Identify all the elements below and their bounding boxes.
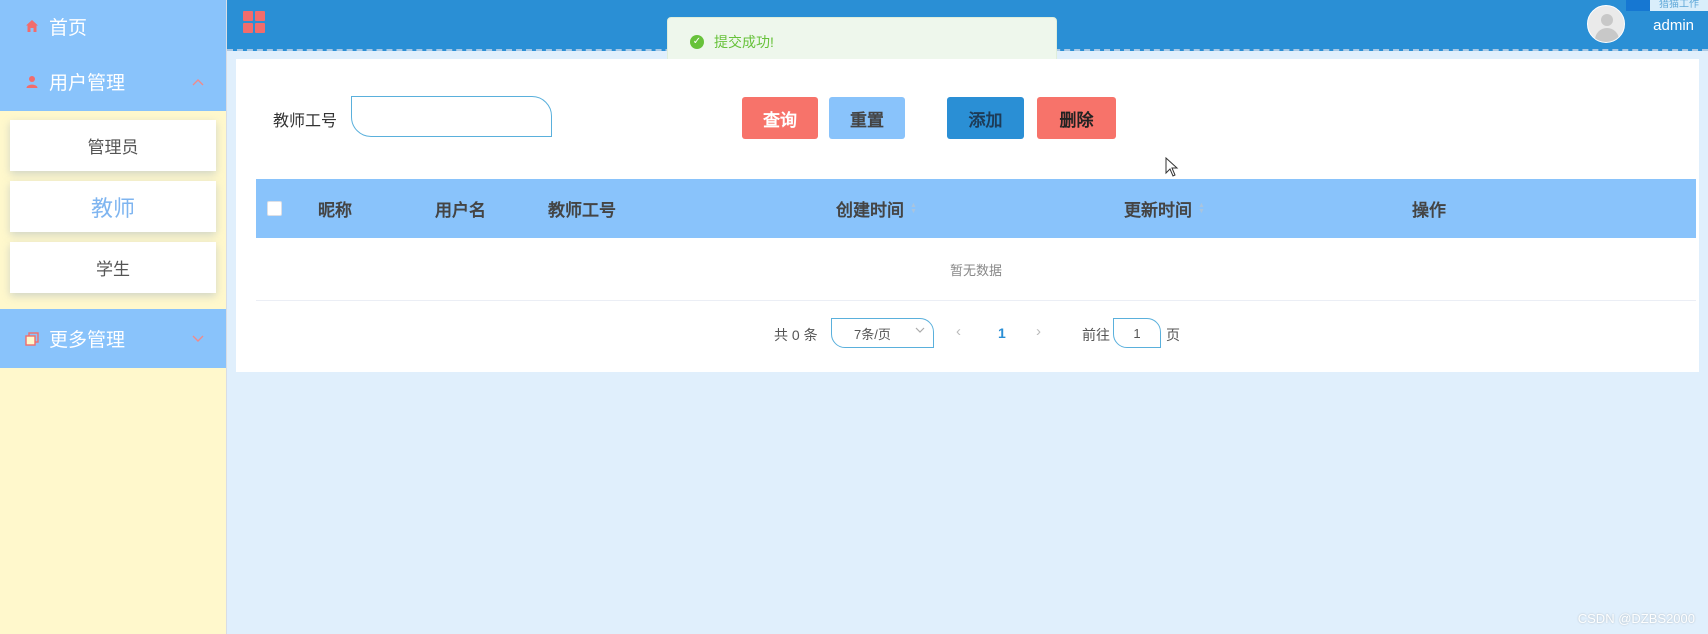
user-management-submenu: 管理员 教师 学生 bbox=[0, 111, 226, 309]
chevron-down-icon bbox=[915, 326, 925, 337]
copy-icon bbox=[24, 331, 40, 346]
column-header-teacher-id: 教师工号 bbox=[548, 201, 616, 220]
empty-state-text: 暂无数据 bbox=[256, 238, 1696, 301]
column-header-updated-time[interactable]: 更新时间 ▲ ▼ bbox=[1124, 179, 1205, 238]
page-size-value: 7条/页 bbox=[854, 326, 891, 342]
add-button[interactable]: 添加 bbox=[947, 97, 1024, 139]
sidebar-item-home[interactable]: 首页 bbox=[0, 0, 226, 52]
column-header-nickname: 昵称 bbox=[318, 201, 352, 220]
main-panel: 教师工号 查询 重置 添加 删除 昵称 用户名 教师工号 创建时间 ▲ ▼ 更新时… bbox=[236, 59, 1699, 372]
delete-button[interactable]: 删除 bbox=[1037, 97, 1116, 139]
reset-button[interactable]: 重置 bbox=[829, 97, 905, 139]
badge-icon bbox=[1626, 0, 1650, 11]
column-header-username: 用户名 bbox=[435, 201, 486, 220]
column-header-actions: 操作 bbox=[1412, 201, 1446, 220]
sort-icon[interactable]: ▲ ▼ bbox=[1198, 202, 1205, 215]
sidebar-group-user-management[interactable]: 用户管理 bbox=[0, 52, 226, 111]
sidebar-group-label: 用户管理 bbox=[49, 73, 126, 94]
page-unit-label: 页 bbox=[1166, 327, 1180, 343]
sidebar-item-student[interactable]: 学生 bbox=[10, 242, 216, 293]
search-label: 教师工号 bbox=[273, 113, 338, 130]
sidebar-item-admin[interactable]: 管理员 bbox=[10, 120, 216, 171]
mouse-cursor-icon bbox=[1165, 156, 1179, 182]
menu-toggle-icon[interactable] bbox=[243, 11, 265, 33]
select-all-checkbox[interactable] bbox=[267, 201, 282, 216]
goto-label: 前往 bbox=[1082, 327, 1110, 343]
table-header: 昵称 用户名 教师工号 创建时间 ▲ ▼ 更新时间 ▲ ▼ 操作 bbox=[256, 179, 1696, 238]
pagination: 共 0 条 7条/页 ‹ 1 › 前往 页 bbox=[236, 317, 1699, 348]
teacher-id-input[interactable] bbox=[351, 96, 552, 137]
sidebar-item-teacher[interactable]: 教师 bbox=[10, 181, 216, 232]
page-number-current[interactable]: 1 bbox=[998, 325, 1006, 341]
sidebar-item-label: 首页 bbox=[49, 17, 88, 39]
query-button[interactable]: 查询 bbox=[742, 97, 818, 139]
chevron-up-icon bbox=[192, 75, 204, 89]
page-size-select[interactable]: 7条/页 bbox=[831, 318, 934, 348]
column-header-label: 更新时间 bbox=[1124, 201, 1192, 220]
next-page-icon[interactable]: › bbox=[1036, 323, 1041, 340]
pagination-total: 共 0 条 bbox=[774, 327, 818, 343]
column-header-created-time[interactable]: 创建时间 ▲ ▼ bbox=[836, 179, 917, 238]
teacher-table: 昵称 用户名 教师工号 创建时间 ▲ ▼ 更新时间 ▲ ▼ 操作 暂无数据 bbox=[256, 179, 1696, 301]
toast-message: 提交成功! bbox=[714, 33, 774, 50]
home-icon bbox=[24, 19, 40, 33]
sidebar: 首页 用户管理 管理员 教师 学生 更多管理 bbox=[0, 0, 227, 634]
sidebar-group-more-management[interactable]: 更多管理 bbox=[0, 309, 226, 368]
user-icon bbox=[24, 75, 40, 89]
username-label[interactable]: admin bbox=[1653, 17, 1694, 34]
check-circle-icon: ✓ bbox=[690, 34, 704, 49]
goto-page-input[interactable] bbox=[1113, 318, 1161, 348]
column-header-label: 创建时间 bbox=[836, 201, 904, 220]
sort-icon[interactable]: ▲ ▼ bbox=[910, 202, 917, 215]
watermark-text: CSDN @DZBS2000 bbox=[1577, 611, 1695, 626]
badge-text: 猎猫工作 bbox=[1650, 0, 1708, 11]
corner-badge[interactable]: 猎猫工作 bbox=[1626, 0, 1708, 11]
avatar[interactable] bbox=[1587, 5, 1625, 43]
chevron-down-icon bbox=[192, 332, 204, 346]
prev-page-icon[interactable]: ‹ bbox=[956, 323, 961, 340]
sidebar-group-label: 更多管理 bbox=[49, 330, 126, 351]
